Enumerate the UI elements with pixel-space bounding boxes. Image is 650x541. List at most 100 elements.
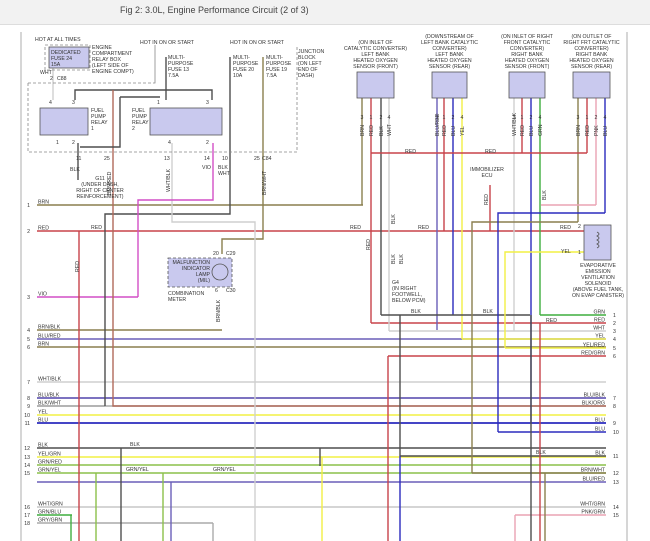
evap-solenoid-box <box>583 224 612 261</box>
wire-label-red: RED <box>560 225 571 231</box>
wire-label-brn-wht: BRN/WHT <box>262 170 268 195</box>
pin-label: 1 <box>443 115 446 121</box>
fuse-19-label: 7.5A <box>266 73 277 79</box>
oxygen-sensor-2 <box>431 71 468 99</box>
row-number: 7 <box>27 380 30 386</box>
wire-label-brn-blk: BRN/BLK <box>216 299 222 322</box>
connector-pin-label: C84 <box>262 156 272 162</box>
pin-label: 1 <box>586 115 589 121</box>
pin-label: 2 <box>530 115 533 121</box>
wire-label: RED <box>369 125 375 136</box>
fuel-pump-relay-2-label: 2 <box>132 126 135 132</box>
wire-label: GRN/RED <box>38 460 62 466</box>
wire-label-blk: BLK <box>411 309 421 315</box>
wire-label: BRN/WHT <box>581 468 606 474</box>
row-number: 4 <box>613 337 616 343</box>
row-number: 9 <box>27 404 30 410</box>
wire-label: RED <box>442 125 448 136</box>
ground-g4-label: BELOW PCM) <box>392 298 426 304</box>
sensor-caption: SENSOR (REAR) <box>429 64 470 70</box>
wire-label: WHT/BLK <box>512 112 518 136</box>
wire-label: GRN <box>538 124 544 136</box>
row-number: 6 <box>27 345 30 351</box>
immobilizer-ecu-label: ECU <box>482 173 493 179</box>
sensor-caption: SENSOR (FRONT) <box>505 64 550 70</box>
wire-label: WHT <box>593 326 606 332</box>
row-number: 17 <box>24 513 30 519</box>
wire-label-red: RED <box>546 318 557 324</box>
wire-label: BLK <box>38 443 48 449</box>
wire-label-blk: BLK <box>536 450 546 456</box>
wire-label-red: RED <box>91 225 102 231</box>
fuse-13-label: 7.5A <box>168 73 179 79</box>
oxygen-sensor-1 <box>356 71 395 99</box>
row-number: 14 <box>24 463 30 469</box>
wire-label: WHT <box>387 123 393 136</box>
wire-label: WHT/GRN <box>580 502 605 508</box>
wire-label-wht: WHT <box>218 171 231 177</box>
oxygen-sensor-3 <box>508 71 546 99</box>
wire-label: YEL <box>595 334 605 340</box>
wire-label: BRN <box>576 125 582 136</box>
row-number: 6 <box>613 354 616 360</box>
pin-label: 1 <box>56 140 59 146</box>
wire-label: BLU/RED <box>38 334 61 340</box>
wire-label: BLU <box>603 126 609 136</box>
pin-label: 3 <box>577 115 580 121</box>
wire <box>74 89 213 100</box>
wire-label-red: RED <box>366 239 372 250</box>
connector-c88-label: C88 <box>57 76 67 82</box>
row-number: 5 <box>613 346 616 352</box>
wire-label: BRN/BLK <box>38 325 61 331</box>
wire-label-red: RED <box>350 225 361 231</box>
row-number: 7 <box>613 396 616 402</box>
pin-label: 2 <box>452 115 455 121</box>
row-number: 13 <box>613 480 619 486</box>
wire-label: RED <box>585 125 591 136</box>
wire-label: GRN/BLU <box>38 510 61 516</box>
fuse-20-label: 10A <box>233 73 243 79</box>
wire <box>504 251 584 348</box>
wire-label: BLU <box>38 418 48 424</box>
relay-box-label: ENGINE COMPT) <box>92 69 134 75</box>
fuel-pump-relay-1 <box>39 107 89 136</box>
wire-brn-red <box>112 90 606 407</box>
sensor-caption: SENSOR (REAR) <box>571 64 612 70</box>
connector-pin-label: 25 <box>254 156 260 162</box>
wire-label-blk: BLK <box>391 254 397 264</box>
row-number: 11 <box>613 454 618 460</box>
wire-label-grn-yel: GRN/YEL <box>126 467 149 473</box>
wire-label: YEL/RED <box>583 343 605 349</box>
pin-label: 6 <box>215 288 218 294</box>
wire-label: RED <box>520 125 526 136</box>
wire-label: GRN <box>593 310 605 316</box>
pin-label: 2 <box>206 140 209 146</box>
wire-label: BLU/BLK <box>584 393 606 399</box>
hot-at-all-times-label: HOT AT ALL TIMES <box>35 37 81 43</box>
wire-label: VIO <box>38 292 47 298</box>
ground-g11-label: REINFORCEMENT) <box>77 194 124 200</box>
wire-label: PNK/GRN <box>581 510 605 516</box>
fuse-24-label: 15A <box>51 62 61 68</box>
oxygen-sensor-4 <box>572 71 611 99</box>
wire-label: YEL <box>38 410 48 416</box>
wire-label-vio: VIO <box>202 165 211 171</box>
row-number: 16 <box>24 505 30 511</box>
wire-label: BRN <box>38 200 49 206</box>
wire-label-brn-red: BRN/RED <box>107 171 113 195</box>
wire-label-blk: BLK <box>70 167 80 173</box>
hot-on-start-label-1: HOT IN ON OR START <box>140 40 195 46</box>
wire-label-red: RED <box>75 261 81 272</box>
fuel-pump-relay-1-label: 1 <box>91 126 94 132</box>
pin-label: 1 <box>157 100 160 106</box>
row-number: 1 <box>27 203 30 209</box>
connector-pin-label: 13 <box>164 156 170 162</box>
row-number: 5 <box>27 337 30 343</box>
combination-meter-label: METER <box>168 297 186 303</box>
connector-pin-label: 10 <box>222 156 228 162</box>
evap-solenoid-label: ON EVAP CANISTER) <box>572 293 624 299</box>
pin-label: 3 <box>72 100 75 106</box>
fuel-pump-relay-2 <box>149 107 223 136</box>
pin-label: 4 <box>168 140 171 146</box>
wire-label: GRN/YEL <box>38 468 61 474</box>
